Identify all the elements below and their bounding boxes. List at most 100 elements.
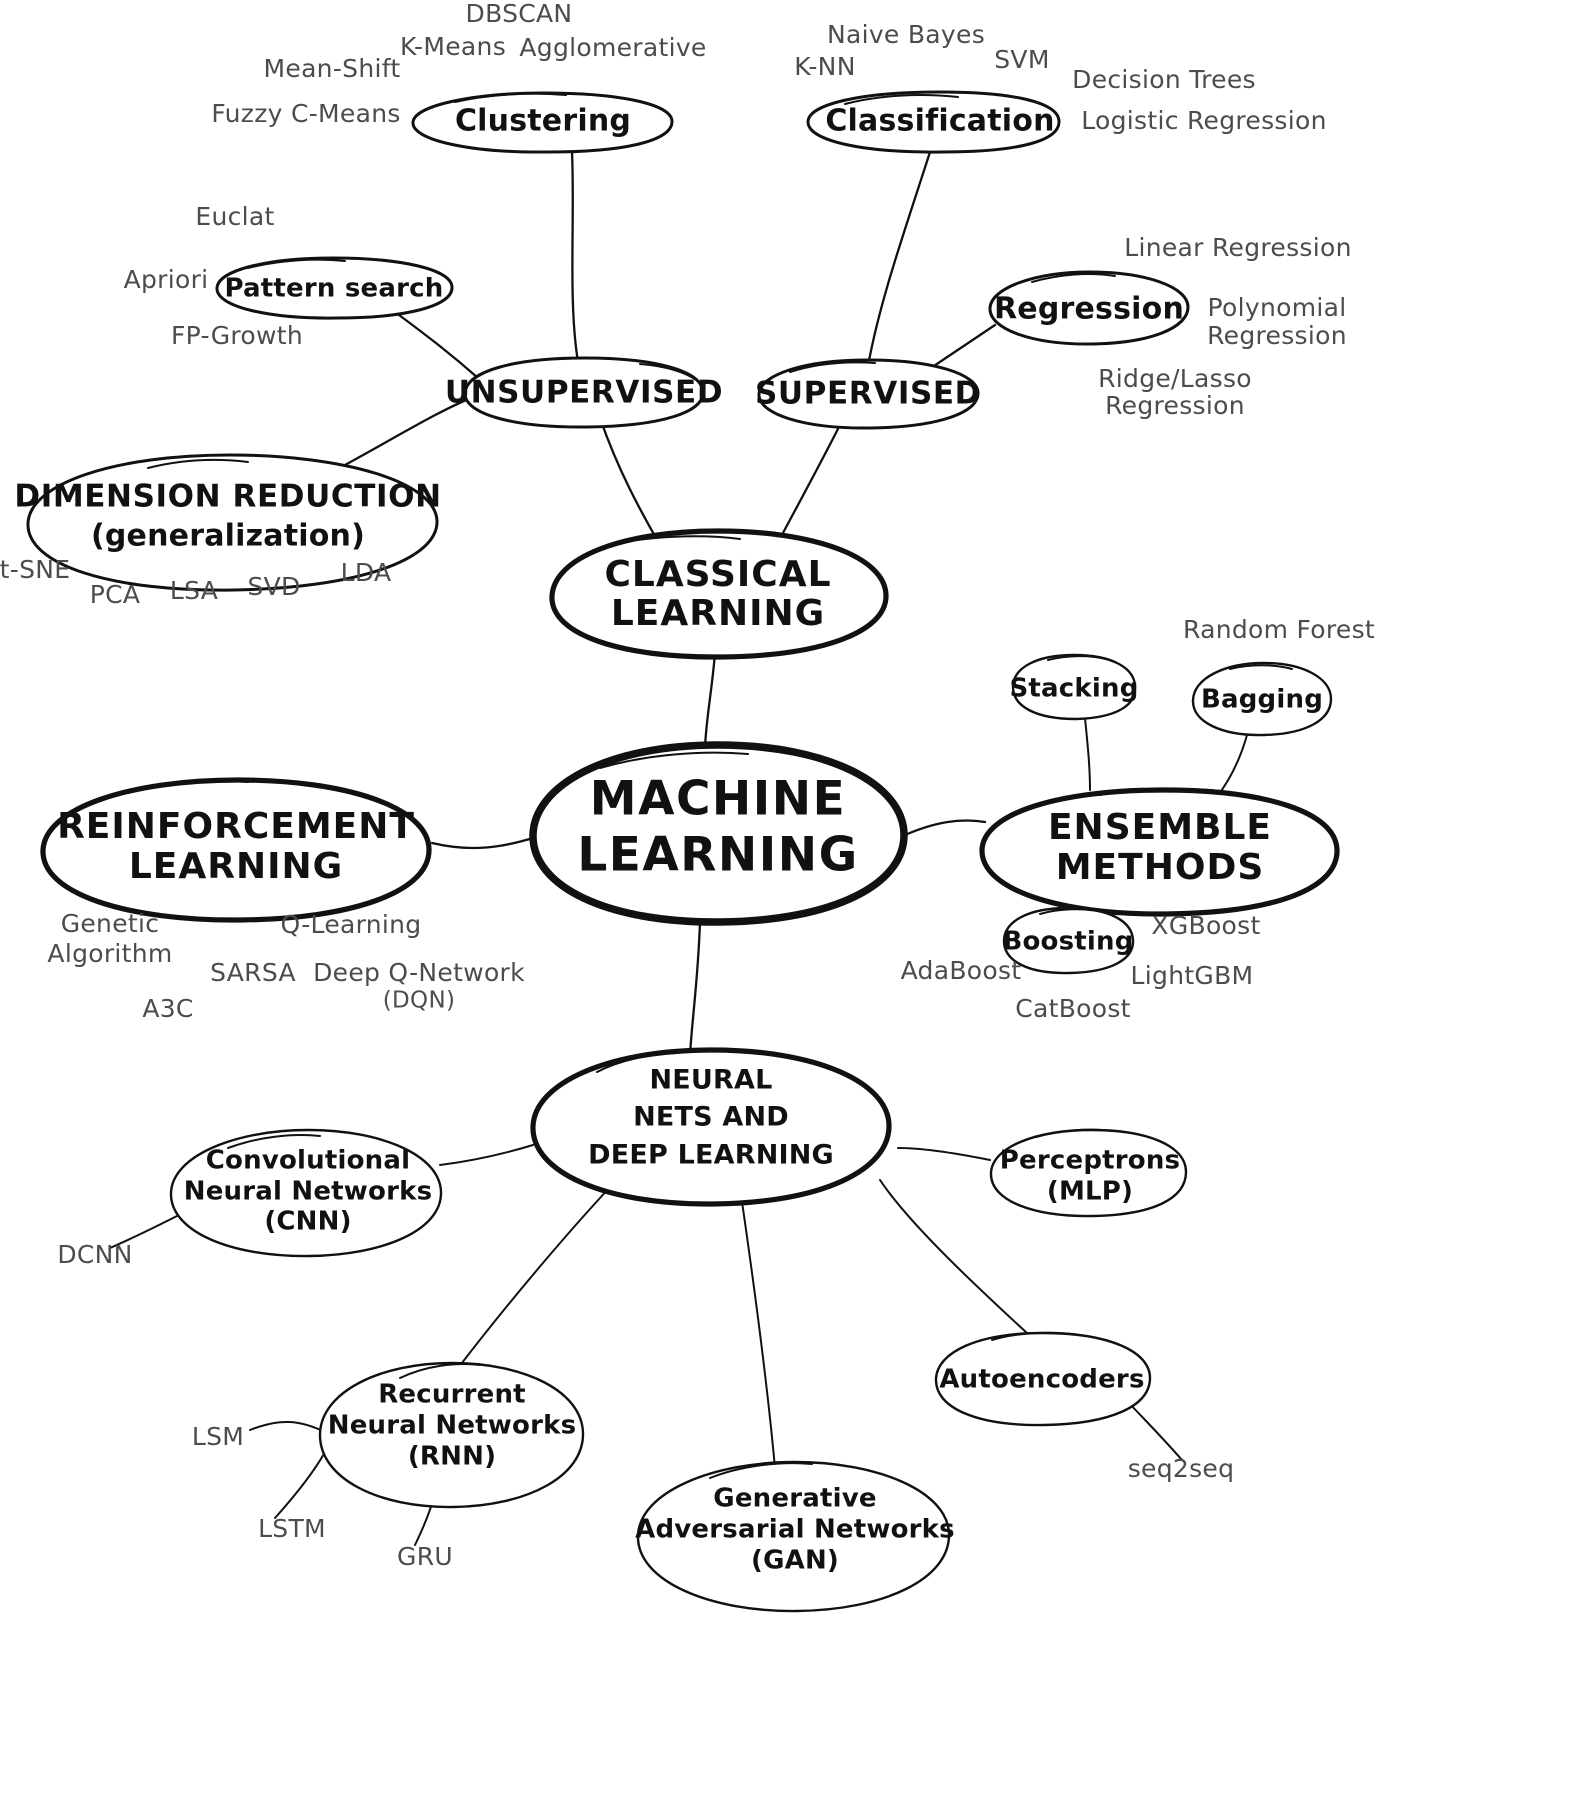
leaf-kmeans: K-Means <box>400 32 506 61</box>
cnn-label-line3: (CNN) <box>264 1207 351 1237</box>
leaf-svd: SVD <box>247 572 300 601</box>
edge-rnn-neural <box>454 1184 613 1373</box>
perceptrons-label-line2: (MLP) <box>1047 1177 1133 1207</box>
leaf-sarsa: SARSA <box>210 958 296 987</box>
node-stacking[interactable]: Stacking <box>1009 653 1138 721</box>
reinforcement-learning-label-line2: LEARNING <box>129 846 343 887</box>
node-unsupervised[interactable]: UNSUPERVISED <box>445 356 723 429</box>
supervised-label: SUPERVISED <box>755 376 981 412</box>
machine-learning-label-line2: LEARNING <box>577 828 858 883</box>
edge-unsupervised-classical <box>598 416 662 547</box>
edge-cnn-neural <box>439 1144 534 1166</box>
dimension-reduction-label-line1: DIMENSION REDUCTION <box>14 479 441 515</box>
stacking-label: Stacking <box>1009 674 1138 704</box>
neural-nets-label-line3: DEEP LEARNING <box>588 1140 834 1171</box>
leaf-lstm: LSTM <box>258 1514 326 1543</box>
leaf-fuzzycmeans: Fuzzy C-Means <box>211 99 400 128</box>
ensemble-methods-label-line2: METHODS <box>1056 847 1265 888</box>
neural-nets-label-line2: NETS AND <box>633 1102 789 1133</box>
node-cnn[interactable]: Convolutional Neural Networks (CNN) <box>169 1128 443 1258</box>
autoencoders-label: Autoencoders <box>939 1365 1144 1395</box>
node-boosting[interactable]: Boosting <box>1002 906 1135 975</box>
leaf-pca: PCA <box>90 580 141 609</box>
leaf-logistic-regression: Logistic Regression <box>1081 106 1327 135</box>
edge-gan-neural <box>739 1187 776 1469</box>
node-neural-nets-deep-learning[interactable]: NEURAL NETS AND DEEP LEARNING <box>530 1047 892 1207</box>
leaf-polynomial-regression: Regression <box>1207 321 1347 350</box>
leaf-euclat: Euclat <box>195 202 274 231</box>
bagging-label: Bagging <box>1201 685 1323 715</box>
leaf-ridge-lasso: Ridge/Lasso <box>1098 364 1252 393</box>
leaf-knn: K-NN <box>794 52 855 81</box>
edge-bagging-ensemble <box>1215 734 1248 799</box>
node-perceptrons[interactable]: Perceptrons (MLP) <box>989 1128 1188 1218</box>
edge-clustering-unsupervised <box>570 150 580 364</box>
boosting-label: Boosting <box>1002 927 1133 957</box>
classical-learning-label-line1: CLASSICAL <box>604 554 831 595</box>
node-supervised[interactable]: SUPERVISED <box>755 358 981 430</box>
leaf-dbscan: DBSCAN <box>466 0 573 28</box>
node-rnn[interactable]: Recurrent Neural Networks (RNN) <box>318 1361 585 1509</box>
edge-patternsearch-unsupervised <box>393 310 480 380</box>
node-ensemble-methods[interactable]: ENSEMBLE METHODS <box>979 787 1340 917</box>
leaf-a3c: A3C <box>142 994 193 1023</box>
leaf-tsne: t-SNE <box>0 555 70 584</box>
ensemble-methods-label-line1: ENSEMBLE <box>1048 807 1272 848</box>
leaf-agglomerative: Agglomerative <box>519 33 706 62</box>
edge-lsm-rnn <box>249 1420 326 1433</box>
leaf-decision-trees: Decision Trees <box>1072 65 1256 94</box>
leaf-adaboost: AdaBoost <box>901 956 1022 985</box>
leaf-apriori: Apriori <box>124 265 209 294</box>
node-autoencoders[interactable]: Autoencoders <box>934 1331 1152 1427</box>
leaf-lda: LDA <box>341 558 392 587</box>
node-pattern-search[interactable]: Pattern search <box>215 256 454 320</box>
leaf-dcnn: DCNN <box>57 1240 132 1269</box>
edge-lstm-rnn <box>274 1451 326 1519</box>
node-clustering[interactable]: Clustering <box>411 91 674 154</box>
edge-stacking-ensemble <box>1084 717 1091 791</box>
node-machine-learning-root[interactable]: MACHINE LEARNING <box>529 741 908 926</box>
leaf-catboost: CatBoost <box>1015 994 1131 1023</box>
leaf-algorithm: Algorithm <box>47 939 172 968</box>
edge-root-neural <box>688 920 702 1057</box>
leaf-dqn-line2: (DQN) <box>383 988 455 1014</box>
dimension-reduction-label-line2: (generalization) <box>91 519 365 554</box>
leaf-lightgbm: LightGBM <box>1131 961 1254 990</box>
rnn-label-line1: Recurrent <box>378 1380 526 1410</box>
leaf-seq2seq: seq2seq <box>1128 1454 1235 1483</box>
node-reinforcement-learning[interactable]: REINFORCEMENT LEARNING <box>40 777 432 923</box>
leaf-fpgrowth: FP-Growth <box>171 321 303 350</box>
cnn-label-line2: Neural Networks <box>184 1177 433 1207</box>
leaf-gru: GRU <box>397 1542 453 1571</box>
rnn-label-line2: Neural Networks <box>328 1411 577 1441</box>
edge-perceptrons-neural <box>897 1147 991 1161</box>
classification-label: Classification <box>825 104 1054 139</box>
clustering-label: Clustering <box>455 104 631 139</box>
leaf-naive-bayes: Naive Bayes <box>827 20 985 49</box>
perceptrons-label-line1: Perceptrons <box>1000 1146 1180 1176</box>
regression-label: Regression <box>994 292 1184 327</box>
leaf-ridge-lasso-regression: Regression <box>1105 391 1245 420</box>
leaf-polynomial: Polynomial <box>1208 293 1347 322</box>
leaf-qlearning: Q-Learning <box>281 910 422 939</box>
leaf-svm: SVM <box>994 45 1049 74</box>
node-classical-learning[interactable]: CLASSICAL LEARNING <box>549 528 889 660</box>
edge-reinforcement-root <box>430 836 535 850</box>
leaf-genetic: Genetic <box>61 909 160 938</box>
classical-learning-label-line2: LEARNING <box>611 593 825 634</box>
leaf-linear-regression: Linear Regression <box>1124 233 1352 262</box>
edge-classical-root <box>703 651 717 750</box>
leaf-meanshift: Mean-Shift <box>264 54 401 83</box>
leaf-lsm: LSM <box>192 1422 244 1451</box>
node-bagging[interactable]: Bagging <box>1191 661 1333 737</box>
leaf-random-forest: Random Forest <box>1183 615 1375 644</box>
node-classification[interactable]: Classification <box>806 90 1061 154</box>
cnn-label-line1: Convolutional <box>206 1146 410 1176</box>
node-regression[interactable]: Regression <box>988 270 1190 346</box>
machine-learning-label-line1: MACHINE <box>590 772 846 827</box>
rnn-label-line3: (RNN) <box>408 1442 496 1472</box>
gan-label-line1: Generative <box>713 1484 876 1514</box>
edge-supervised-classical <box>773 413 847 550</box>
edge-classification-supervised <box>866 150 932 368</box>
node-gan[interactable]: Generative Adversarial Networks (GAN) <box>635 1460 955 1613</box>
